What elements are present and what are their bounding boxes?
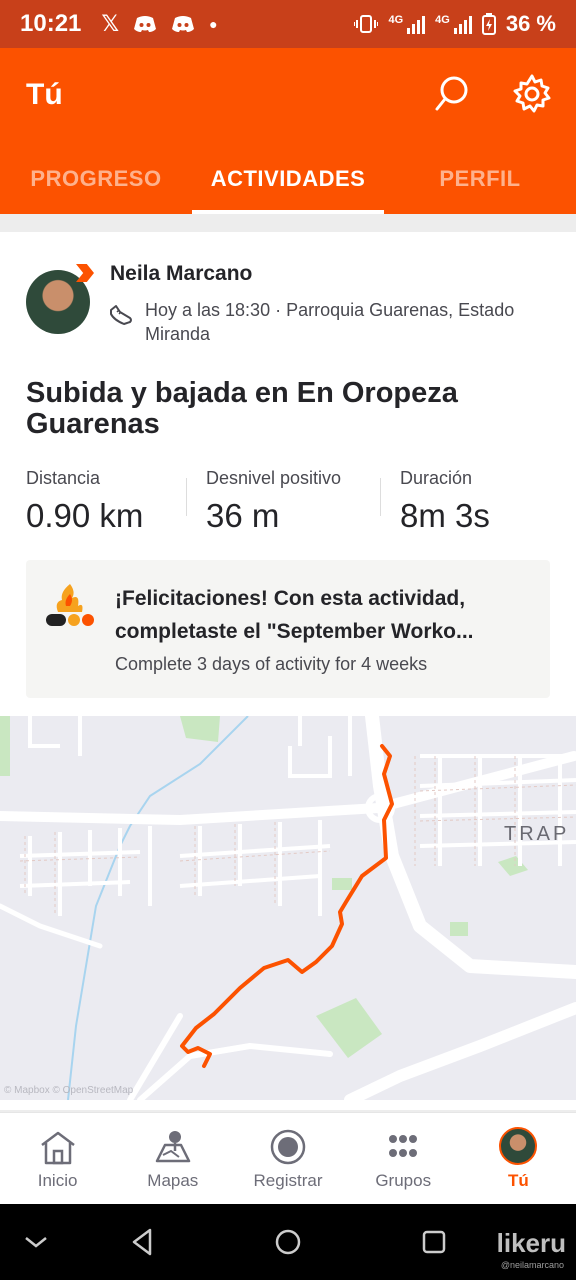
nav-grupos[interactable]: Grupos: [346, 1113, 461, 1204]
discord-icon: [134, 16, 157, 32]
activity-card[interactable]: Neila Marcano Hoy a las 18:30 · Parroqui…: [0, 232, 576, 1110]
tab-actividades[interactable]: ACTIVIDADES: [192, 156, 384, 214]
discord-icon: [172, 16, 195, 32]
home-icon: [40, 1131, 75, 1165]
battery-level: 36 %: [505, 11, 556, 36]
route-map[interactable]: TRAP © Mapbox © OpenStreetMap: [0, 716, 576, 1100]
x-icon: 𝕏: [101, 11, 120, 36]
activity-title[interactable]: Subida y bajada en En Oropeza Guarenas: [26, 378, 546, 440]
chevron-down-icon[interactable]: [20, 1226, 52, 1258]
map-attribution: © Mapbox © OpenStreetMap: [4, 1085, 134, 1096]
activity-meta: Hoy a las 18:30 · Parroquia Guarenas, Es…: [145, 300, 515, 344]
battery-icon: [481, 13, 496, 35]
nav-registrar[interactable]: Registrar: [230, 1113, 345, 1204]
nav-inicio[interactable]: Inicio: [0, 1113, 115, 1204]
subscriber-badge-icon: [76, 264, 94, 282]
map-canvas: TRAP: [0, 716, 576, 1100]
stat-duration: Duración 8m 3s: [380, 468, 550, 548]
back-icon[interactable]: [126, 1226, 158, 1258]
recents-icon[interactable]: [418, 1226, 450, 1258]
page-title: Tú: [26, 78, 63, 111]
system-nav-bar: likeru @neilamarcano: [0, 1204, 576, 1280]
watermark-handle: @neilamarcano: [500, 1260, 564, 1270]
vibrate-icon: [354, 15, 379, 33]
tab-perfil[interactable]: PERFIL: [384, 156, 576, 214]
tab-progreso[interactable]: PROGRESO: [0, 156, 192, 214]
groups-icon: [389, 1135, 418, 1157]
home-button-icon[interactable]: [272, 1226, 304, 1258]
record-icon: [270, 1129, 306, 1165]
divider: [380, 478, 381, 516]
map-icon: [155, 1131, 191, 1163]
achievement-banner[interactable]: ¡Felicitaciones! Con esta actividad, com…: [26, 560, 550, 698]
watermark-logo: likeru: [496, 1228, 566, 1258]
stat-distance: Distancia 0.90 km: [26, 468, 144, 534]
divider: [186, 478, 187, 516]
achievement-title: ¡Felicitaciones! Con esta actividad, com…: [115, 587, 474, 643]
avatar: [499, 1127, 538, 1165]
dot-icon: ●: [209, 16, 218, 32]
activity-stats: Distancia 0.90 km Desnivel positivo 36 m…: [26, 468, 556, 548]
shoe-icon: [110, 305, 132, 325]
status-time: 10:21: [20, 10, 82, 37]
search-icon[interactable]: [430, 72, 474, 116]
tab-bar: PROGRESO ACTIVIDADES PERFIL: [0, 156, 576, 214]
achievement-subtitle: Complete 3 days of activity for 4 weeks: [115, 654, 428, 674]
nav-mapas[interactable]: Mapas: [115, 1113, 230, 1204]
app-header: Tú PROGRESO ACTIVIDADES PERFIL: [0, 48, 576, 214]
nav-tu[interactable]: Tú: [461, 1113, 576, 1204]
signal-icon: 4G: [435, 14, 472, 34]
athlete-name[interactable]: Neila Marcano: [110, 262, 252, 286]
stat-elevation: Desnivel positivo 36 m: [186, 468, 400, 548]
bottom-nav: Inicio Mapas Registrar Grupos Tú: [0, 1112, 576, 1204]
gear-icon[interactable]: [510, 72, 554, 116]
signal-icon: 4G: [388, 14, 426, 34]
status-bar: 10:21 𝕏 ● 4G 4G 36 %: [0, 0, 576, 48]
map-place-label: TRAP: [504, 823, 569, 845]
challenge-badge-icon: [46, 584, 94, 626]
